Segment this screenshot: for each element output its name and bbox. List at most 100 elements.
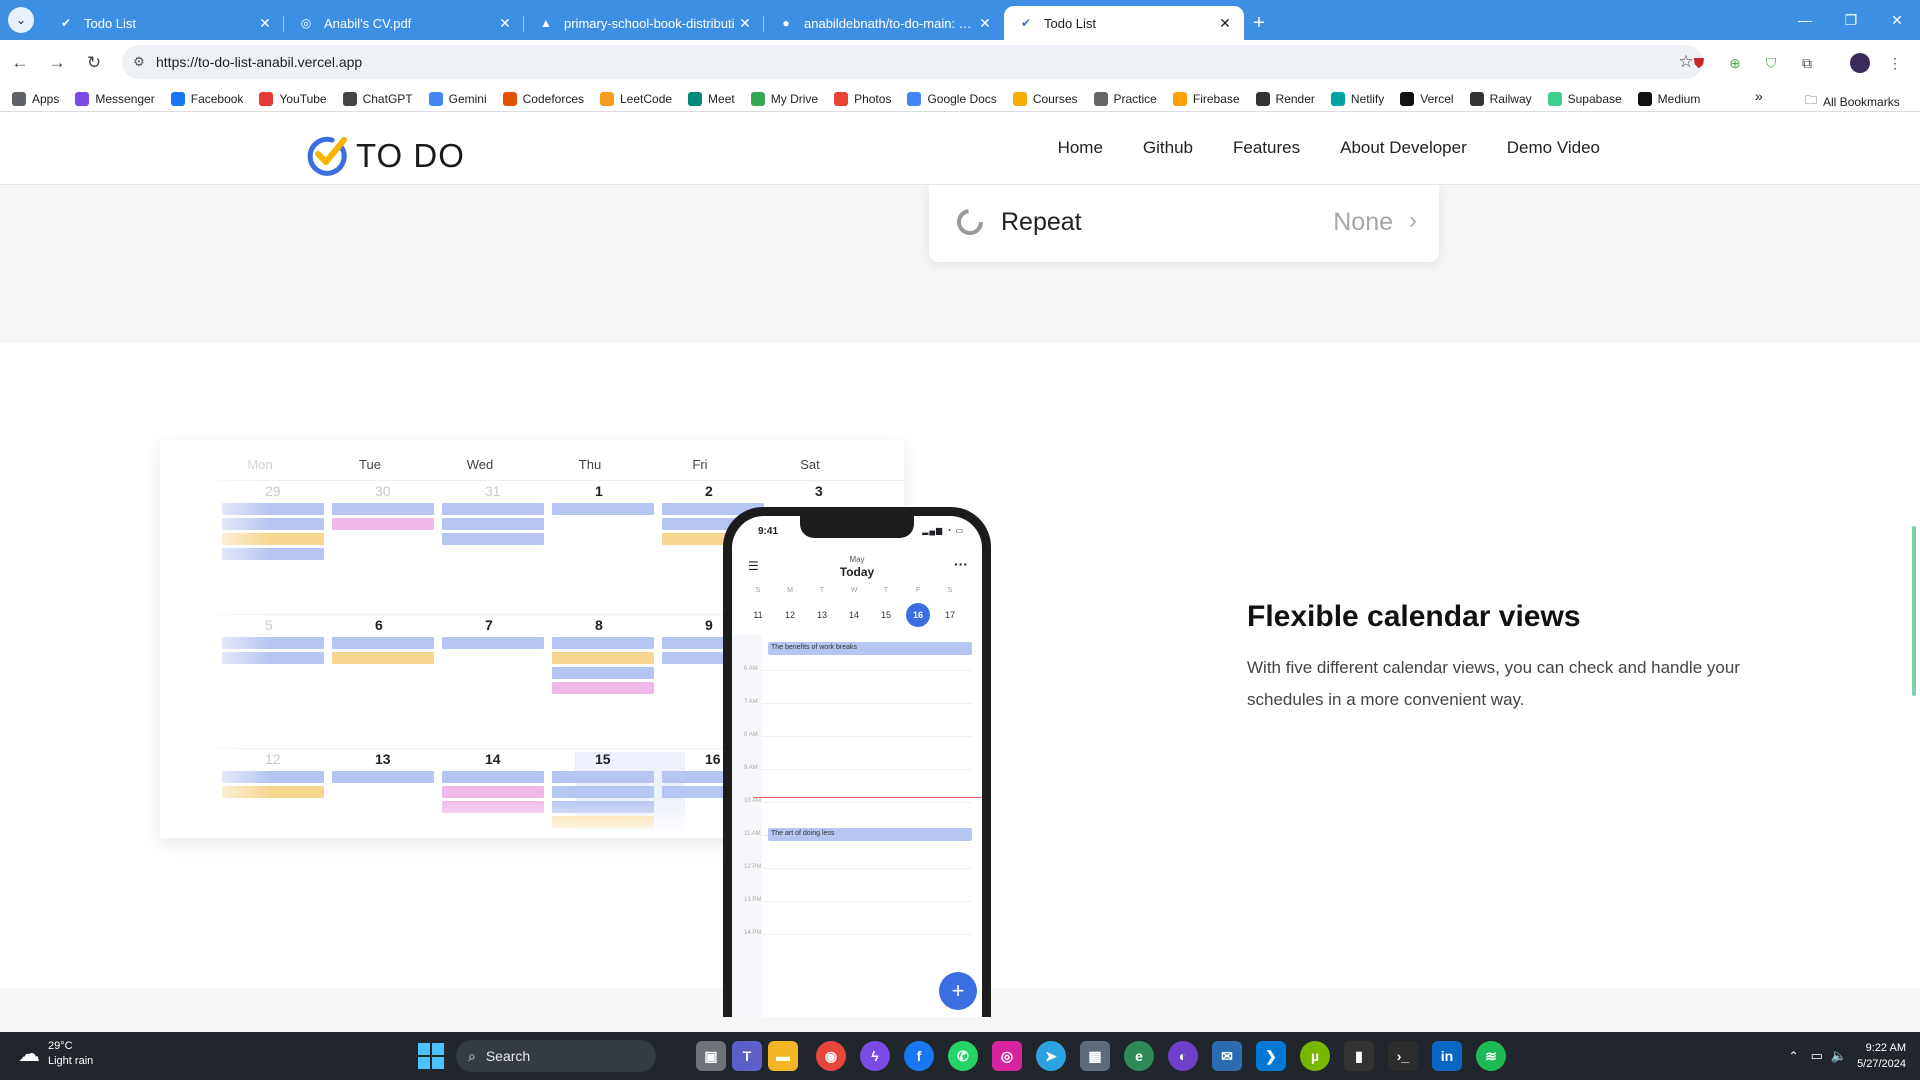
minimize-icon[interactable]: — bbox=[1782, 0, 1828, 40]
spotify-icon[interactable]: ≋ bbox=[1476, 1041, 1506, 1071]
close-tab-icon[interactable]: ✕ bbox=[736, 15, 754, 32]
bookmark-item[interactable]: ChatGPT bbox=[342, 91, 413, 106]
bookmark-icon bbox=[428, 91, 443, 106]
bookmark-item[interactable]: Facebook bbox=[170, 91, 243, 106]
profile-avatar[interactable] bbox=[1845, 48, 1875, 78]
nav-demo-video[interactable]: Demo Video bbox=[1507, 138, 1600, 158]
tab-todo-list-active[interactable]: ✔ Todo List ✕ bbox=[1004, 6, 1244, 40]
instagram-icon[interactable]: ◎ bbox=[992, 1041, 1022, 1071]
shield-check-icon[interactable]: ⛉ bbox=[1756, 48, 1786, 78]
nav-features[interactable]: Features bbox=[1233, 138, 1300, 158]
edge-icon[interactable]: e bbox=[1124, 1041, 1154, 1071]
windows-start-icon[interactable] bbox=[418, 1043, 444, 1069]
bookmark-item[interactable]: Medium bbox=[1637, 91, 1700, 106]
address-bar[interactable]: ⚙ https://to-do-list-anabil.vercel.app ☆ bbox=[122, 45, 1703, 79]
bookmark-item[interactable]: Photos bbox=[834, 91, 891, 106]
tab-search-button[interactable]: ⌄ bbox=[8, 7, 34, 33]
bookmark-item[interactable]: Codeforces bbox=[502, 91, 584, 106]
close-tab-icon[interactable]: ✕ bbox=[256, 15, 274, 32]
messenger-icon[interactable]: ϟ bbox=[860, 1041, 890, 1071]
github-desktop-icon[interactable]: ◐ bbox=[1168, 1041, 1198, 1071]
forward-arrow-icon[interactable]: → bbox=[40, 46, 74, 80]
bookmark-item[interactable]: Practice bbox=[1093, 91, 1157, 106]
bookmark-item[interactable]: Railway bbox=[1469, 91, 1532, 106]
bookmark-icon bbox=[688, 91, 703, 106]
bookmark-item[interactable]: Courses bbox=[1012, 91, 1078, 106]
bookmark-item[interactable]: Firebase bbox=[1172, 91, 1240, 106]
bookmark-item[interactable]: Vercel bbox=[1400, 91, 1454, 106]
bookmark-item[interactable]: Gemini bbox=[428, 91, 487, 106]
tab-cv-pdf[interactable]: ◎ Anabil's CV.pdf ✕ bbox=[284, 6, 524, 40]
ublock-icon[interactable]: ⛊ bbox=[1684, 48, 1714, 78]
clock-date: 5/27/2024 bbox=[1857, 1058, 1906, 1070]
bookmark-item[interactable]: LeetCode bbox=[600, 91, 672, 106]
bookmark-item[interactable]: Render bbox=[1255, 91, 1315, 106]
bookmark-item[interactable]: YouTube bbox=[259, 91, 327, 106]
vscode-icon[interactable]: ❯ bbox=[1256, 1041, 1286, 1071]
scrollbar-thumb[interactable] bbox=[1912, 526, 1916, 696]
all-bookmarks-button[interactable]: 🗀 All Bookmarks bbox=[1805, 91, 1900, 112]
back-arrow-icon[interactable]: ← bbox=[3, 46, 37, 80]
task-view-icon[interactable]: ▣ bbox=[696, 1041, 726, 1071]
facebook-icon[interactable]: f bbox=[904, 1041, 934, 1071]
new-tab-button[interactable]: + bbox=[1244, 6, 1274, 40]
close-window-icon[interactable]: ✕ bbox=[1874, 0, 1920, 40]
file-explorer-icon[interactable]: ▬ bbox=[768, 1041, 798, 1071]
teams-icon[interactable]: T bbox=[732, 1041, 762, 1071]
extensions-puzzle-icon[interactable]: ⧉ bbox=[1792, 48, 1822, 78]
bookmark-item[interactable]: My Drive bbox=[750, 91, 818, 106]
reload-icon[interactable]: ↻ bbox=[77, 46, 111, 80]
weather-widget[interactable]: ☁ 29°C Light rain bbox=[18, 1039, 93, 1069]
bookmark-item[interactable]: Meet bbox=[688, 91, 735, 106]
close-tab-icon[interactable]: ✕ bbox=[976, 15, 994, 32]
nav-about-developer[interactable]: About Developer bbox=[1340, 138, 1467, 158]
phone-weekday: S bbox=[755, 587, 761, 594]
tab-primary-school[interactable]: ▲ primary-school-book-distributi ✕ bbox=[524, 6, 764, 40]
tab-github-repo[interactable]: ● anabildebnath/to-do-main: Thi ✕ bbox=[764, 6, 1004, 40]
calendar-event-bar bbox=[332, 503, 434, 515]
bookmark-label: Courses bbox=[1032, 91, 1078, 106]
url-text[interactable]: https://to-do-list-anabil.vercel.app bbox=[156, 54, 1669, 70]
bookmark-item[interactable]: Messenger bbox=[75, 91, 155, 106]
telegram-icon[interactable]: ➤ bbox=[1036, 1041, 1066, 1071]
kebab-menu-icon[interactable]: ⋮ bbox=[1880, 48, 1910, 78]
taskbar-search[interactable]: ⌕ Search bbox=[456, 1040, 656, 1072]
powershell-icon[interactable]: ›_ bbox=[1388, 1041, 1418, 1071]
network-icon[interactable]: ▭ bbox=[1811, 1048, 1823, 1064]
site-info-icon[interactable]: ⚙ bbox=[122, 54, 156, 70]
site-logo[interactable]: TO DO bbox=[306, 134, 465, 178]
bookmark-label: ChatGPT bbox=[362, 91, 413, 106]
extension-plus-icon[interactable]: ⊕ bbox=[1720, 48, 1750, 78]
terminal-icon[interactable]: ▮ bbox=[1344, 1041, 1374, 1071]
clock[interactable]: 9:22 AM 5/27/2024 bbox=[1857, 1040, 1906, 1072]
nav-home[interactable]: Home bbox=[1058, 138, 1103, 158]
utorrent-icon[interactable]: µ bbox=[1300, 1041, 1330, 1071]
volume-icon[interactable]: 🔈 bbox=[1831, 1048, 1847, 1064]
bookmark-item[interactable]: Supabase bbox=[1547, 91, 1622, 106]
feature-description: With five different calendar views, you … bbox=[1247, 658, 1740, 709]
bookmark-label: Vercel bbox=[1420, 91, 1454, 106]
mail-icon[interactable]: ✉ bbox=[1212, 1041, 1242, 1071]
tab-todo-list-1[interactable]: ✔ Todo List ✕ bbox=[44, 6, 284, 40]
calendar-date: 8 bbox=[595, 617, 603, 633]
phone-date: 15 bbox=[880, 610, 891, 620]
bookmark-item[interactable]: Google Docs bbox=[907, 91, 997, 106]
whatsapp-icon[interactable]: ✆ bbox=[948, 1041, 978, 1071]
close-tab-icon[interactable]: ✕ bbox=[496, 15, 514, 32]
chrome-icon[interactable]: ◉ bbox=[816, 1041, 846, 1071]
chevron-up-icon[interactable]: ⌃ bbox=[1789, 1049, 1799, 1063]
bookmark-label: Apps bbox=[32, 91, 60, 106]
bookmark-item[interactable]: Netlify bbox=[1330, 91, 1384, 106]
bookmarks-bar: Apps Messenger Facebook YouTube ChatGPT Gemin… bbox=[0, 86, 1920, 112]
close-tab-icon[interactable]: ✕ bbox=[1216, 15, 1234, 32]
calendar-event-bar bbox=[552, 667, 654, 679]
linkedin-icon[interactable]: in bbox=[1432, 1041, 1462, 1071]
restore-icon[interactable]: ❐ bbox=[1828, 0, 1874, 40]
todo-favicon-icon: ✔ bbox=[60, 16, 72, 30]
chevron-right-icon: › bbox=[1409, 207, 1417, 234]
bookmark-item[interactable]: Apps bbox=[12, 91, 60, 106]
phone-event: The art of doing less bbox=[768, 828, 972, 841]
more-bookmarks-icon[interactable]: » bbox=[1755, 88, 1763, 104]
calculator-icon[interactable]: ▦ bbox=[1080, 1041, 1110, 1071]
nav-github[interactable]: Github bbox=[1143, 138, 1193, 158]
